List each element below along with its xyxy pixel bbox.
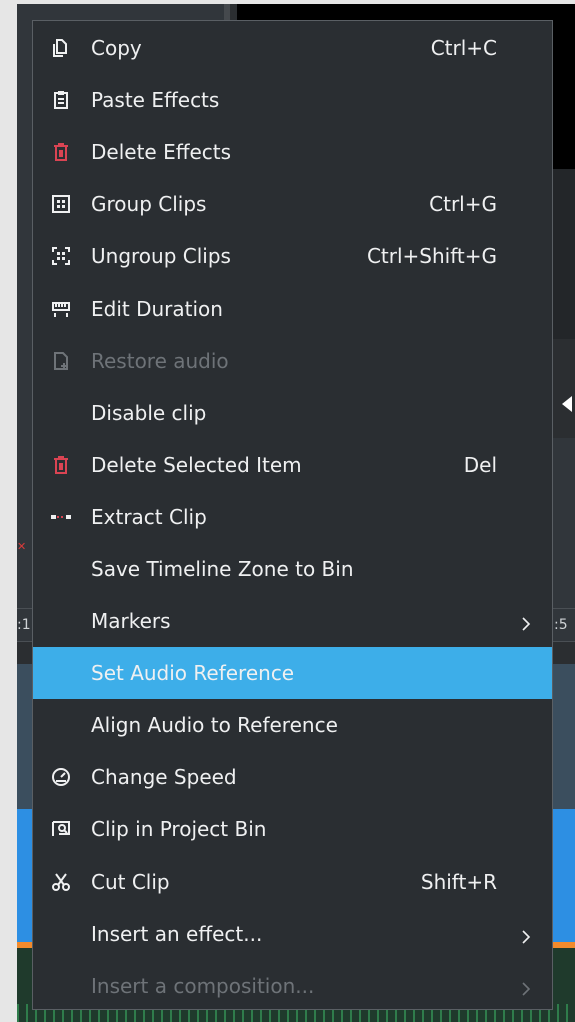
menu-item-shortcut: Ctrl+C	[430, 36, 497, 61]
submenu-arrow-icon	[518, 926, 534, 944]
menu-item-label: Restore audio	[91, 348, 229, 373]
menu-item-label: Set Audio Reference	[91, 661, 295, 686]
menu-item-label: Align Audio to Reference	[91, 713, 338, 738]
menu-item-edit-duration[interactable]: Edit Duration	[33, 282, 552, 334]
menu-item-disable-clip[interactable]: Disable clip	[33, 387, 552, 439]
ruler-tick-label: :5	[554, 617, 568, 633]
menu-item-shortcut: Ctrl+G	[429, 192, 497, 217]
playhead-marker-icon[interactable]	[562, 396, 572, 412]
trash-icon	[50, 141, 72, 163]
menu-item-label: Save Timeline Zone to Bin	[91, 556, 354, 581]
menu-item-label: Extract Clip	[91, 504, 207, 529]
ruler-tick-label: :1	[17, 617, 31, 633]
menu-item-insert-composition: Insert a composition...	[33, 960, 552, 1012]
menu-item-ungroup-clips[interactable]: Ungroup Clips Ctrl+Shift+G	[33, 230, 552, 282]
menu-item-label: Insert a composition...	[91, 973, 315, 998]
menu-item-label: Insert an effect...	[91, 921, 263, 946]
submenu-arrow-icon	[518, 978, 534, 996]
menu-item-clip-in-project-bin[interactable]: Clip in Project Bin	[33, 803, 552, 855]
menu-item-label: Ungroup Clips	[91, 244, 231, 269]
menu-item-delete-selected-item[interactable]: Delete Selected Item Del	[33, 439, 552, 491]
menu-item-set-audio-reference[interactable]: Set Audio Reference	[33, 647, 552, 700]
menu-item-markers[interactable]: Markers	[33, 595, 552, 647]
context-menu: Copy Ctrl+C Paste Effects Delete Effects…	[32, 20, 553, 1010]
menu-item-group-clips[interactable]: Group Clips Ctrl+G	[33, 178, 552, 230]
menu-item-shortcut: Del	[463, 452, 497, 477]
submenu-arrow-icon	[518, 613, 534, 631]
menu-item-label: Delete Selected Item	[91, 452, 302, 477]
menu-item-restore-audio: Restore audio	[33, 335, 552, 387]
marker-icon: ✕	[17, 540, 27, 553]
menu-item-label: Copy	[91, 36, 142, 61]
menu-item-delete-effects[interactable]: Delete Effects	[33, 126, 552, 178]
menu-item-paste-effects[interactable]: Paste Effects	[33, 74, 552, 126]
ungroup-icon	[50, 245, 72, 267]
menu-item-change-speed[interactable]: Change Speed	[33, 751, 552, 803]
menu-item-label: Clip in Project Bin	[91, 817, 267, 842]
menu-item-label: Markers	[91, 609, 171, 634]
menu-item-label: Cut Clip	[91, 869, 170, 894]
menu-item-label: Edit Duration	[91, 296, 223, 321]
duration-icon	[50, 298, 72, 320]
menu-item-extract-clip[interactable]: Extract Clip	[33, 491, 552, 543]
find-in-bin-icon	[50, 818, 72, 840]
menu-item-cut-clip[interactable]: Cut Clip Shift+R	[33, 856, 552, 908]
menu-item-shortcut: Ctrl+Shift+G	[366, 244, 497, 269]
menu-item-insert-effect[interactable]: Insert an effect...	[33, 908, 552, 960]
menu-item-align-audio[interactable]: Align Audio to Reference	[33, 699, 552, 751]
paste-icon	[50, 89, 72, 111]
copy-icon	[50, 37, 72, 59]
menu-item-label: Disable clip	[91, 400, 207, 425]
menu-item-label: Paste Effects	[91, 88, 220, 113]
menu-item-label: Group Clips	[91, 192, 207, 217]
restore-audio-icon	[50, 350, 72, 372]
trash-icon	[50, 454, 72, 476]
extract-icon	[50, 506, 72, 528]
scissors-icon	[50, 871, 72, 893]
menu-item-save-timeline-zone[interactable]: Save Timeline Zone to Bin	[33, 543, 552, 595]
menu-item-copy[interactable]: Copy Ctrl+C	[33, 22, 552, 74]
menu-item-shortcut: Shift+R	[420, 869, 497, 894]
group-icon	[50, 193, 72, 215]
speedometer-icon	[50, 766, 72, 788]
menu-item-label: Change Speed	[91, 765, 237, 790]
menu-item-label: Delete Effects	[91, 140, 232, 165]
